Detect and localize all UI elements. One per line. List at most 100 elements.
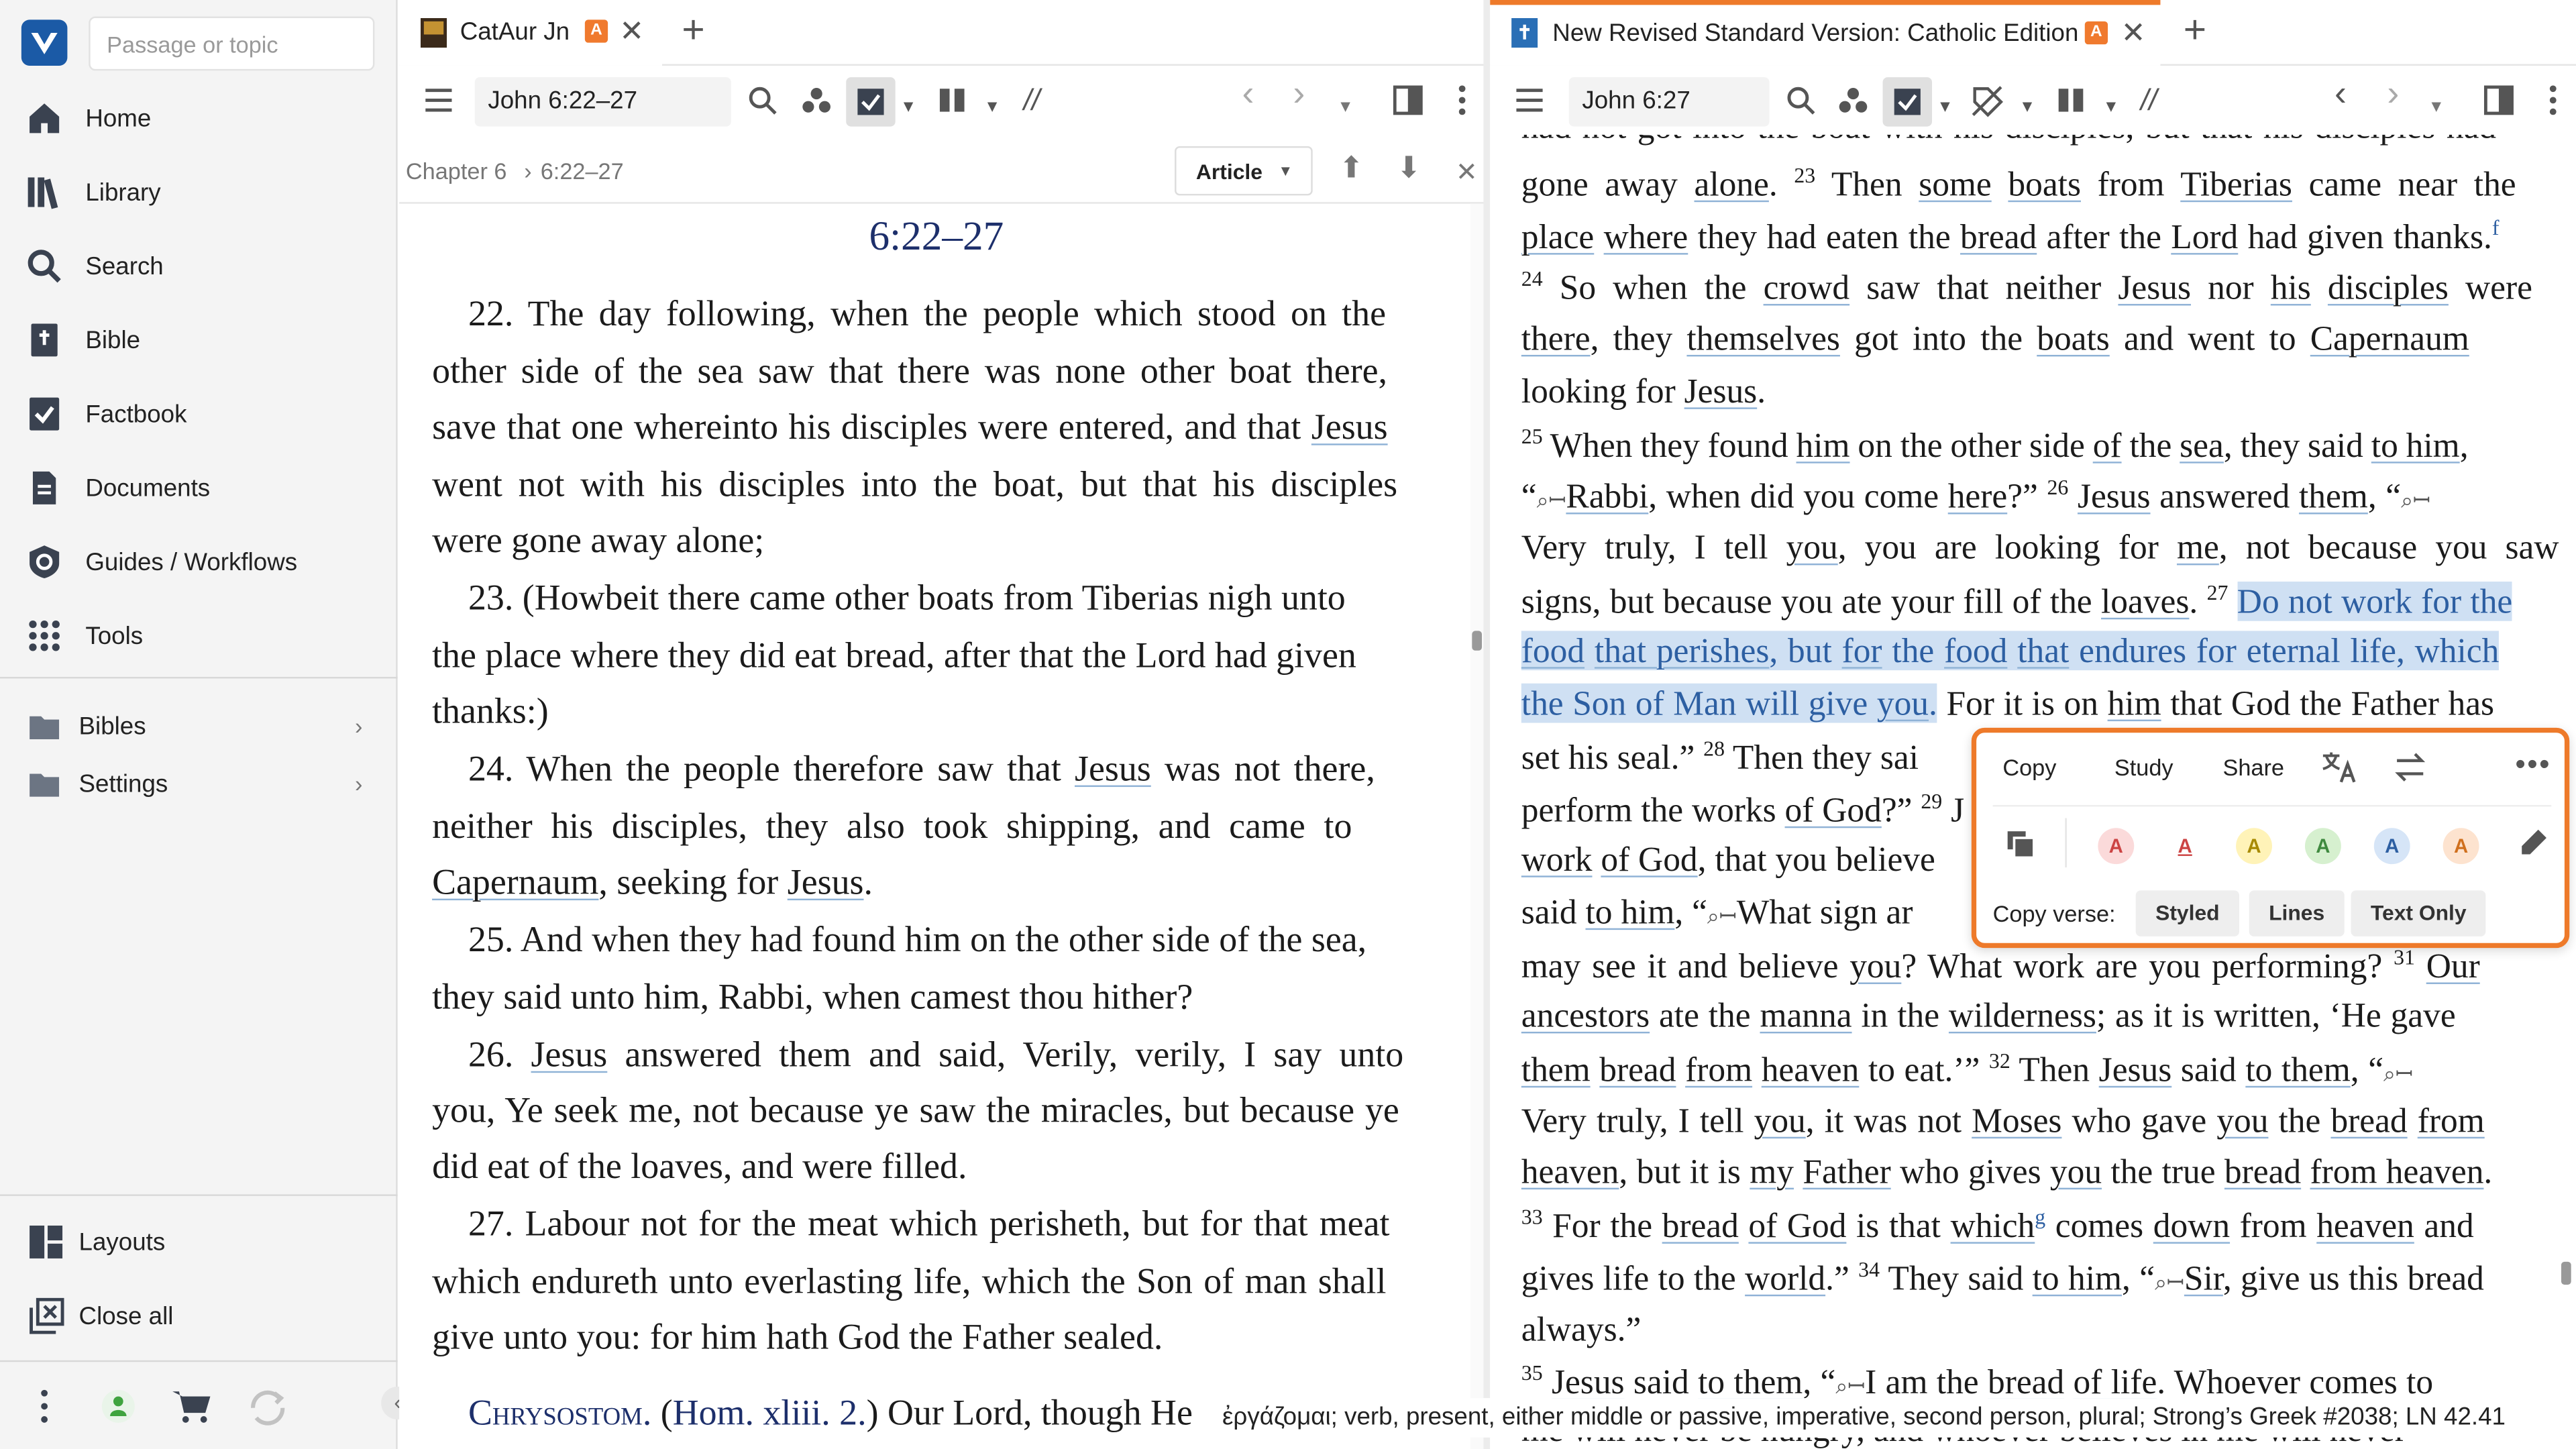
hide-tag-icon[interactable] — [1972, 85, 2004, 118]
forward-icon[interactable]: › — [1293, 74, 1305, 111]
chevron-down-icon: ▼ — [1278, 162, 1293, 179]
interlinear-icon[interactable]: // — [1024, 84, 1040, 117]
highlight-blue-button[interactable]: A — [2373, 828, 2410, 865]
highlight-red-button[interactable]: A — [2098, 828, 2135, 865]
search-icon[interactable] — [747, 85, 777, 115]
parallel-icon[interactable] — [2058, 85, 2085, 115]
sync-icon[interactable] — [246, 1388, 289, 1428]
panel-splitter[interactable] — [1483, 0, 1491, 1449]
sidebar-item-close-all[interactable]: Close all — [0, 1280, 398, 1352]
sidebar-divider — [0, 676, 398, 679]
chevron-down-icon[interactable]: ▼ — [1937, 92, 1953, 125]
close-icon[interactable]: ✕ — [619, 15, 644, 49]
reference-input[interactable]: John 6:22–27 — [474, 77, 731, 127]
sidebar-item-tools[interactable]: Tools — [0, 600, 398, 672]
sidebar-item-layouts[interactable]: Layouts — [0, 1206, 398, 1279]
next-section-icon[interactable]: ⬇ — [1397, 151, 1421, 185]
sidebar-item-bible[interactable]: Bible — [0, 304, 398, 376]
search-icon[interactable] — [1786, 85, 1815, 115]
copy-verse-styled-button[interactable]: Styled — [2135, 890, 2240, 936]
menu-icon[interactable] — [1515, 85, 1544, 115]
text-line: 35 Jesus said to them, “⌕ꟷI am the bread… — [1521, 1360, 2434, 1401]
swap-icon[interactable] — [2394, 753, 2426, 782]
add-tab-icon[interactable]: + — [682, 8, 704, 54]
more-vertical-icon[interactable] — [38, 1388, 51, 1424]
tab-title: CatAur Jn — [460, 17, 570, 46]
forward-icon[interactable]: › — [2387, 74, 2399, 111]
home-icon — [30, 103, 60, 133]
sidebar-item-documents[interactable]: Documents — [0, 451, 398, 524]
more-horizontal-icon[interactable]: ••• — [2515, 747, 2551, 782]
scrollbar-thumb[interactable] — [2561, 1261, 2571, 1285]
highlighter-pen-icon[interactable] — [2518, 828, 2548, 857]
copy-button[interactable]: Copy — [2002, 754, 2056, 780]
history-dropdown-icon[interactable]: ▼ — [1337, 92, 1353, 125]
chevron-down-icon[interactable]: ▼ — [2103, 92, 2119, 125]
breadcrumb-chapter[interactable]: Chapter 6 — [406, 158, 507, 184]
share-button[interactable]: Share — [2222, 754, 2284, 780]
panel-layout-icon[interactable] — [2483, 85, 2514, 115]
panel-layout-icon[interactable] — [1393, 85, 1423, 115]
visual-filter-button[interactable] — [1882, 77, 1933, 127]
resources-icon[interactable] — [1837, 85, 1870, 115]
text-line: 23. (Howbeit there came other boats from… — [468, 576, 1346, 618]
chevron-down-icon[interactable]: ▼ — [900, 92, 916, 125]
chevron-down-icon[interactable]: ▼ — [984, 92, 1000, 125]
passage-search-input[interactable]: Passage or topic — [89, 16, 375, 71]
layouts-icon — [30, 1225, 63, 1258]
sidebar-item-library[interactable]: Library — [0, 156, 398, 229]
more-vertical-icon[interactable] — [2548, 85, 2558, 115]
more-vertical-icon[interactable] — [1457, 85, 1467, 115]
selection-popup: Copy Study Share ••• A A A A A A Copy ve… — [1971, 727, 2570, 949]
add-tab-icon[interactable]: + — [2184, 8, 2206, 54]
chevron-down-icon[interactable]: ▼ — [2019, 92, 2035, 125]
sidebar-item-factbook[interactable]: Factbook — [0, 378, 398, 450]
highlight-green-button[interactable]: A — [2304, 828, 2341, 865]
copy-icon[interactable] — [2006, 830, 2035, 859]
highlight-orange-button[interactable]: A — [2443, 828, 2479, 865]
tools-icon — [29, 620, 60, 651]
close-icon[interactable]: ✕ — [2121, 16, 2146, 50]
text-line: Chrysostom. (Hom. xliii. 2.) Our Lord, t… — [468, 1391, 1193, 1433]
scrollbar-thumb[interactable] — [1472, 631, 1482, 651]
user-status-icon[interactable] — [100, 1388, 136, 1424]
tab-nrsvce[interactable]: New Revised Standard Version: Catholic E… — [1490, 0, 2161, 66]
text-line: 24. When the people therefore saw that J… — [468, 747, 1375, 789]
scrollbar[interactable] — [1470, 203, 1484, 1449]
text-line: perform the works of God?” 29 J — [1521, 788, 1965, 830]
menu-icon[interactable] — [424, 85, 453, 115]
reference-input[interactable]: John 6:27 — [1568, 77, 1770, 127]
close-icon[interactable]: ✕ — [1456, 156, 1478, 189]
sidebar-item-home[interactable]: Home — [0, 82, 398, 154]
text-line: Very truly, I tell you, it was not Moses… — [1521, 1100, 2485, 1140]
study-button[interactable]: Study — [2114, 754, 2174, 780]
history-dropdown-icon[interactable]: ▼ — [2428, 92, 2445, 125]
interlinear-icon[interactable]: // — [2141, 84, 2157, 117]
sidebar-section-settings[interactable]: Settings › — [0, 757, 398, 810]
previous-section-icon[interactable]: ⬆ — [1339, 151, 1364, 185]
sidebar-item-guides-workflows[interactable]: Guides / Workflows — [0, 526, 398, 598]
view-mode-select[interactable]: Article ▼ — [1175, 146, 1313, 196]
sidebar-section-bibles[interactable]: Bibles › — [0, 700, 398, 752]
highlight-yellow-button[interactable]: A — [2236, 828, 2272, 865]
text-line: them bread from heaven to eat.’” 32 Then… — [1521, 1048, 2413, 1089]
text-line: they said unto him, Rabbi, when camest t… — [432, 975, 1193, 1017]
copy-verse-text-only-button[interactable]: Text Only — [2351, 890, 2487, 936]
divider — [2065, 818, 2067, 868]
back-icon[interactable]: ‹ — [2334, 74, 2347, 111]
cart-icon[interactable] — [171, 1388, 214, 1424]
app-logo-icon[interactable] — [21, 19, 68, 66]
back-icon[interactable]: ‹ — [1242, 74, 1254, 111]
underline-red-button[interactable]: A — [2167, 828, 2203, 864]
breadcrumb-range[interactable]: 6:22–27 — [541, 158, 624, 184]
sidebar-item-label: Search — [85, 252, 164, 280]
sidebar-item-search[interactable]: Search — [0, 230, 398, 303]
visual-filter-button[interactable] — [846, 77, 896, 127]
resources-icon[interactable] — [800, 85, 833, 115]
copy-verse-label: Copy verse: — [1992, 900, 2116, 927]
text-line: 26. Jesus answered them and said, Verily… — [468, 1033, 1404, 1075]
parallel-icon[interactable] — [939, 85, 966, 115]
translate-icon[interactable] — [2321, 751, 2357, 784]
copy-verse-lines-button[interactable]: Lines — [2249, 890, 2345, 936]
tab-catena[interactable]: CatAur Jn A ✕ — [399, 0, 662, 66]
